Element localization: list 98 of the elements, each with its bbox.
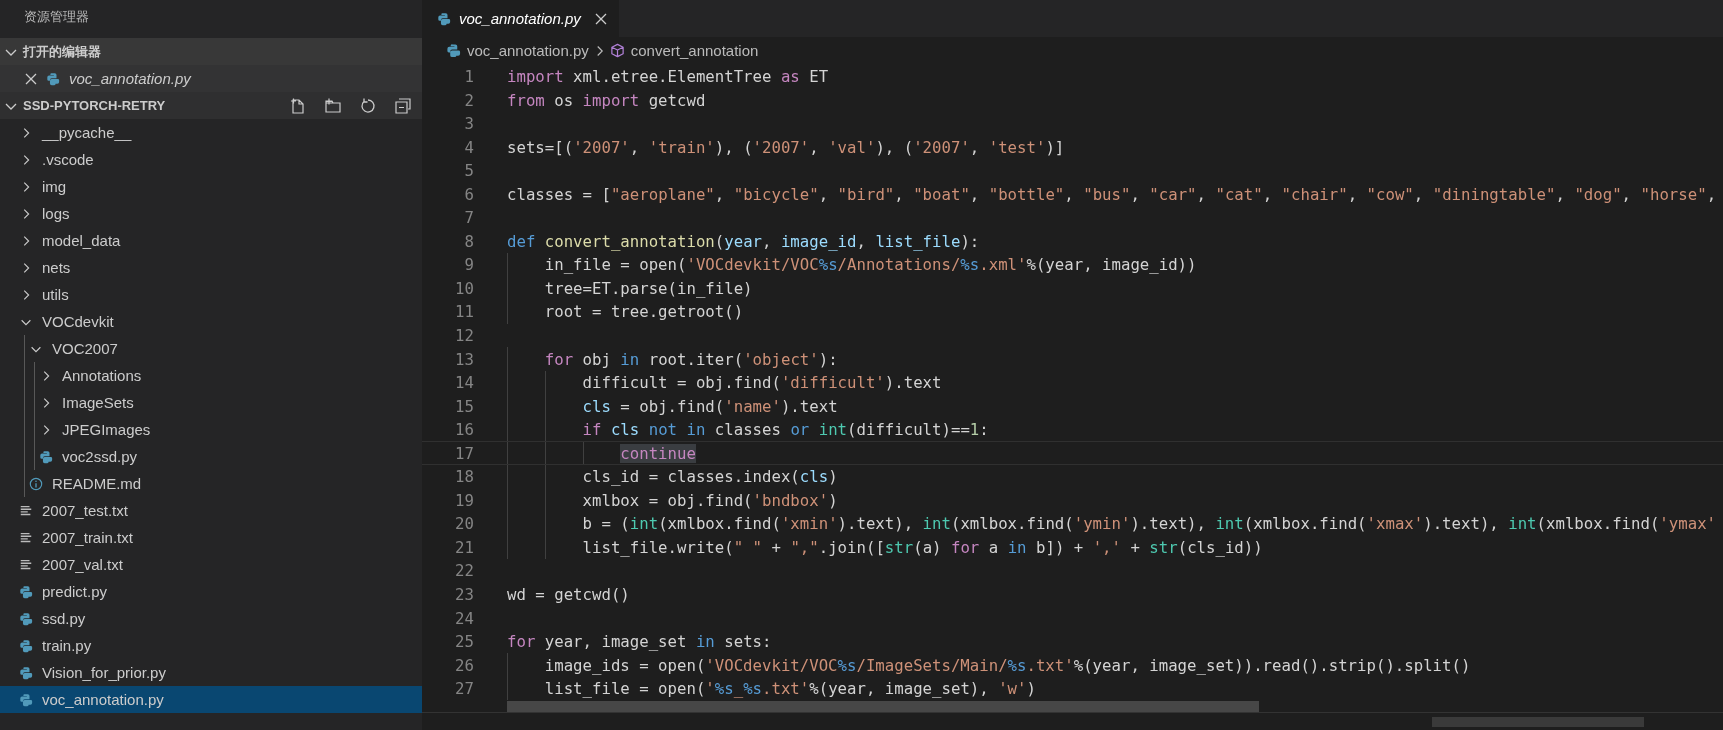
- tree-item[interactable]: predict.py: [0, 578, 422, 605]
- code-line: if cls not in classes or int(difficult)==1:: [582, 420, 989, 440]
- python-file-icon: [46, 71, 60, 86]
- close-icon[interactable]: [25, 72, 37, 85]
- code-line: root = tree.getroot(): [544, 302, 744, 322]
- tree-item[interactable]: voc2ssd.py: [0, 443, 422, 470]
- scrollbar-thumb[interactable]: [507, 700, 1259, 712]
- tree-item[interactable]: voc_annotation.py: [0, 686, 422, 713]
- line-number: 10: [454, 278, 474, 298]
- code-line: classes = ["aeroplane", "bicycle", "bird", "boat", "bottle", "bus", "car", "cat", "chair", "cow", "diningtable", "dog", "horse",: [507, 184, 1717, 204]
- refresh-icon[interactable]: [359, 96, 377, 115]
- code-line: list_file.write(" " + ",".join([str(a) for a in b]) + ',' + str(cls_id)): [582, 537, 1263, 557]
- code-line: from os import getcwd: [507, 90, 706, 110]
- text-file-icon: [19, 503, 33, 518]
- line-number: 17: [454, 443, 474, 463]
- line-number: 5: [463, 161, 474, 181]
- python-file-icon: [19, 665, 33, 680]
- line-number: 7: [463, 208, 474, 228]
- code-line: def convert_annotation(year, image_id, list_file):: [507, 231, 980, 251]
- close-icon[interactable]: [594, 12, 607, 25]
- line-number: 23: [454, 585, 474, 604]
- python-file-icon: [39, 449, 53, 464]
- section-header[interactable]: SSD-PYTORCH-RETRY: [0, 92, 422, 119]
- line-number: 12: [454, 325, 474, 345]
- python-file-icon: [19, 584, 33, 599]
- line-number: 21: [454, 537, 474, 557]
- line-number: 1: [463, 66, 474, 86]
- line-number: 18: [454, 467, 474, 487]
- tree-item[interactable]: VOCdevkit: [0, 308, 422, 335]
- code-line: b = (int(xmlbox.find('xmin').text), int(xmlbox.find('ymin').text), int(xmlbox.find('xmax').text), int(xmlbox.find('ymax': [582, 514, 1717, 534]
- open-editor-item[interactable]: voc_annotation.py: [0, 65, 422, 92]
- new-folder-icon[interactable]: [324, 96, 342, 115]
- line-number: 2: [463, 90, 474, 110]
- tree-item[interactable]: logs: [0, 200, 422, 227]
- tree-item[interactable]: 2007_test.txt: [0, 497, 422, 524]
- code-line: image_ids = open('VOCdevkit/VOC%s/ImageSets/Main/%s.txt'%(year, image_set)).read().strip().split(): [544, 655, 1471, 675]
- tree-item[interactable]: __pycache__: [0, 119, 422, 146]
- line-number: 22: [454, 561, 474, 581]
- code-line: cls_id = classes.index(cls): [582, 467, 838, 487]
- code-line: wd = getcwd(): [507, 585, 630, 604]
- cube-icon: [609, 43, 625, 59]
- code-line: for year, image_set in sets:: [507, 632, 772, 652]
- explorer-title: 资源管理器: [23, 8, 90, 26]
- tree-item[interactable]: README.md: [0, 470, 422, 497]
- code-line: cls = obj.find('name').text: [582, 396, 838, 416]
- line-number: 13: [454, 349, 474, 369]
- info-icon: [29, 476, 43, 491]
- line-number: 24: [454, 608, 474, 628]
- tree-item[interactable]: model_data: [0, 227, 422, 254]
- line-number: 8: [463, 231, 474, 251]
- code-line: xmlbox = obj.find('bndbox'): [582, 490, 838, 510]
- code-line: tree=ET.parse(in_file): [544, 278, 753, 298]
- tree-item[interactable]: .vscode: [0, 146, 422, 173]
- tree-item[interactable]: 2007_val.txt: [0, 551, 422, 578]
- line-number: 16: [454, 420, 474, 440]
- new-file-icon[interactable]: [289, 96, 307, 115]
- line-number: 11: [454, 302, 474, 322]
- code-line: list_file = open('%s_%s.txt'%(year, image_set), 'w'): [544, 679, 1036, 699]
- tree-item[interactable]: train.py: [0, 632, 422, 659]
- tree-item[interactable]: Annotations: [0, 362, 422, 389]
- section-header[interactable]: 打开的编辑器: [0, 38, 422, 65]
- tree-item[interactable]: VOC2007: [0, 335, 422, 362]
- tree-item[interactable]: ImageSets: [0, 389, 422, 416]
- python-file-icon: [446, 43, 461, 59]
- tree-item[interactable]: img: [0, 173, 422, 200]
- code-line: for obj in root.iter('object'):: [544, 349, 838, 369]
- line-number: 19: [454, 490, 474, 510]
- collapse-all-icon[interactable]: [394, 96, 412, 115]
- line-number: 15: [454, 396, 474, 416]
- line-number: 26: [454, 655, 474, 675]
- line-number: 6: [463, 184, 474, 204]
- line-number: 9: [463, 255, 474, 275]
- tree-item[interactable]: JPEGImages: [0, 416, 422, 443]
- line-number: 4: [463, 137, 474, 157]
- line-number: 14: [454, 373, 474, 393]
- python-file-icon: [19, 611, 33, 626]
- python-file-icon: [19, 638, 33, 653]
- python-file-icon: [19, 692, 33, 707]
- scrollbar-thumb[interactable]: [1432, 717, 1644, 727]
- code-line: import xml.etree.ElementTree as ET: [507, 66, 829, 86]
- tree-item[interactable]: 2007_train.txt: [0, 524, 422, 551]
- tree-item[interactable]: nets: [0, 254, 422, 281]
- line-number: 3: [463, 114, 474, 134]
- python-file-icon: [437, 11, 451, 26]
- code-line: in_file = open('VOCdevkit/VOC%s/Annotations/%s.xml'%(year, image_id)): [544, 255, 1197, 275]
- text-file-icon: [19, 557, 33, 572]
- breadcrumb-item[interactable]: convert_annotation: [630, 42, 759, 60]
- line-number: 27: [454, 679, 474, 699]
- editor-tab[interactable]: voc_annotation.py: [422, 0, 619, 37]
- tree-item[interactable]: utils: [0, 281, 422, 308]
- code-line: sets=[('2007', 'train'), ('2007', 'val'), ('2007', 'test')]: [507, 137, 1065, 157]
- tree-item[interactable]: Vision_for_prior.py: [0, 659, 422, 686]
- code-line: difficult = obj.find('difficult').text: [582, 373, 942, 393]
- breadcrumb-item[interactable]: voc_annotation.py: [467, 42, 589, 60]
- tree-item[interactable]: ssd.py: [0, 605, 422, 632]
- line-number: 25: [454, 632, 474, 652]
- text-file-icon: [19, 530, 33, 545]
- line-number: 20: [454, 514, 474, 534]
